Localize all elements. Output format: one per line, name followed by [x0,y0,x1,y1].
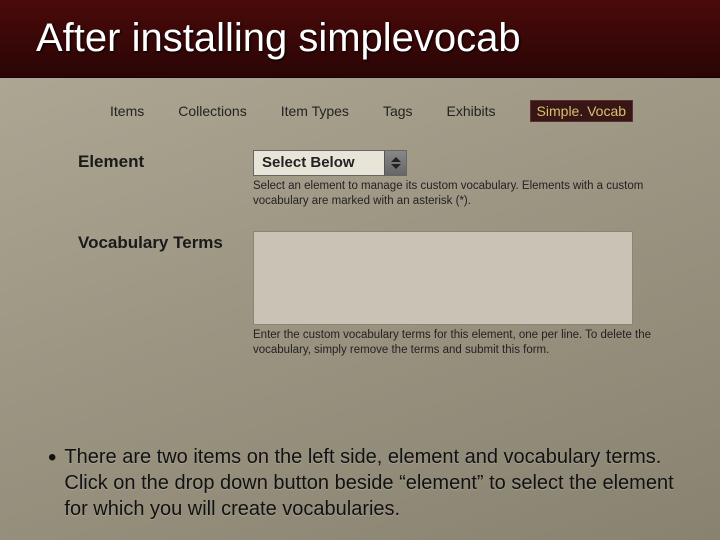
dropdown-stepper-icon[interactable] [384,151,406,175]
terms-label: Vocabulary Terms [78,231,253,358]
tab-collections[interactable]: Collections [178,103,246,119]
terms-textarea[interactable] [253,231,633,325]
terms-row: Vocabulary Terms Enter the custom vocabu… [78,231,690,358]
tab-tags[interactable]: Tags [383,103,413,119]
tab-exhibits[interactable]: Exhibits [447,103,496,119]
element-help-text: Select an element to manage its custom v… [253,179,653,209]
element-select[interactable]: Select Below [253,150,407,176]
slide-bullets: • There are two items on the left side, … [48,444,694,522]
tab-item-types[interactable]: Item Types [281,103,349,119]
tab-items[interactable]: Items [110,103,144,119]
title-bar: After installing simplevocab [0,0,720,78]
element-label: Element [78,150,253,209]
tab-simple-vocab[interactable]: Simple. Vocab [530,100,634,122]
app-screenshot: Items Collections Item Types Tags Exhibi… [78,100,690,400]
element-select-value: Select Below [254,151,384,175]
bullet-text: There are two items on the left side, el… [64,444,694,522]
terms-help-text: Enter the custom vocabulary terms for th… [253,328,653,358]
element-row: Element Select Below Select an element t… [78,150,690,209]
nav-tabs: Items Collections Item Types Tags Exhibi… [78,100,690,122]
bullet-dot-icon: • [48,444,56,473]
page-title: After installing simplevocab [36,16,521,61]
